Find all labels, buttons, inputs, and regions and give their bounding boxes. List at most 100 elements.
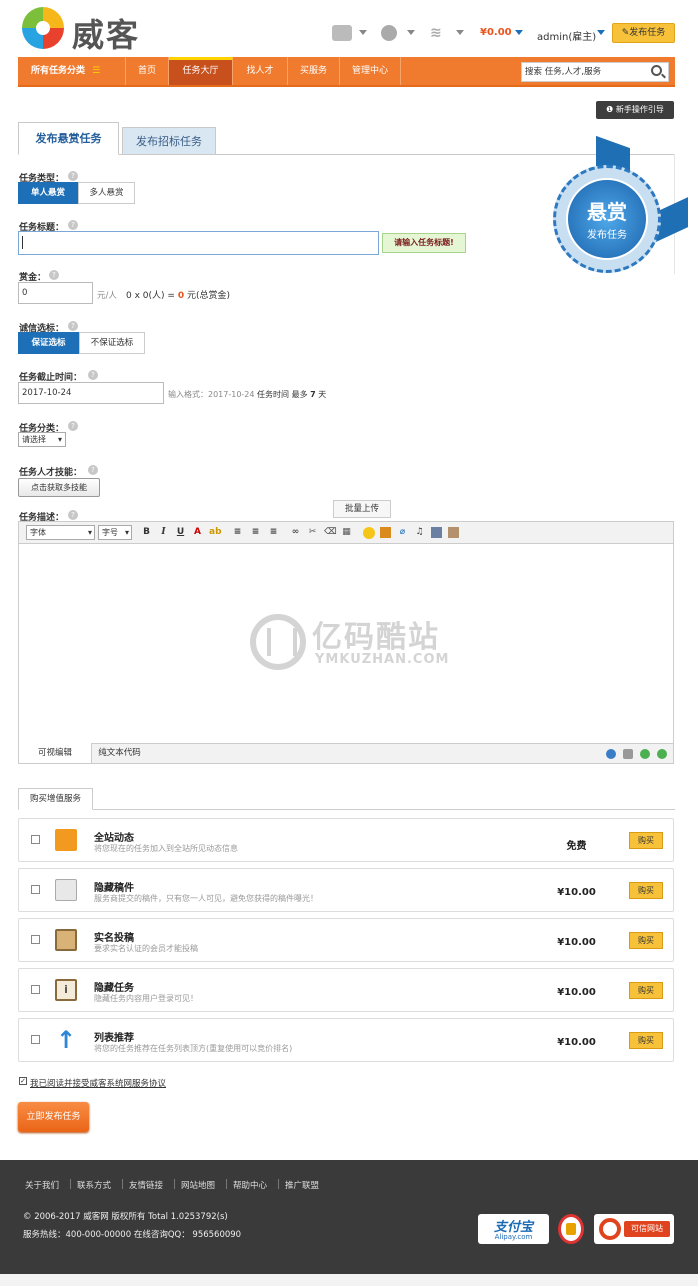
nav-item-buy-service[interactable]: 买服务 — [288, 57, 340, 85]
task-title-input[interactable] — [18, 231, 379, 255]
eraser-icon[interactable]: ⌫ — [324, 527, 337, 538]
footer-link-affiliate[interactable]: 推广联盟 — [285, 1179, 319, 1191]
help-icon[interactable]: ? — [68, 171, 78, 181]
paste-icon[interactable] — [448, 527, 459, 538]
bold-icon[interactable]: B — [141, 527, 152, 538]
footer-link-sitemap[interactable]: 网站地图 — [181, 1179, 215, 1191]
chevron-down-icon[interactable] — [515, 30, 523, 35]
category-select[interactable]: 请选择 ▾ — [18, 432, 66, 447]
attachment-icon[interactable]: ⌀ — [397, 527, 408, 538]
chevron-down-icon[interactable] — [456, 30, 464, 35]
notification-icon[interactable] — [381, 25, 397, 41]
align-center-icon[interactable]: ≡ — [250, 527, 261, 538]
reward-input[interactable]: 0 — [18, 282, 93, 304]
align-left-icon[interactable]: ≡ — [232, 527, 243, 538]
chevron-down-icon[interactable] — [597, 30, 605, 35]
rss-feed-icon[interactable]: ≋ — [430, 25, 446, 41]
footer-link-friends[interactable]: 友情链接 — [129, 1179, 163, 1191]
buy-button[interactable]: 购买 — [629, 882, 663, 899]
single-reward-option[interactable]: 单人悬赏 — [18, 182, 78, 204]
publish-task-button[interactable]: ✎发布任务 — [612, 23, 675, 43]
help-icon[interactable]: ? — [68, 510, 78, 520]
agreement-checkbox[interactable]: ✓ — [19, 1077, 27, 1085]
submit-button[interactable]: 立即发布任务 — [18, 1102, 89, 1132]
nav-item-home[interactable]: 首页 — [126, 57, 169, 85]
expand-icon[interactable] — [657, 749, 667, 759]
service-desc: 要求实名认证的会员才能投稿 — [94, 944, 198, 953]
tab-publish-reward[interactable]: 发布悬赏任务 — [18, 122, 119, 155]
watermark-logo-icon — [250, 614, 306, 670]
footer-link-contact[interactable]: 联系方式 — [77, 1179, 111, 1191]
video-icon[interactable] — [431, 527, 442, 538]
tab-plain-code[interactable]: 纯文本代码 — [92, 743, 147, 763]
link-icon[interactable]: ∞ — [290, 527, 301, 538]
highlight-icon[interactable]: ab — [209, 527, 222, 538]
deadline-input[interactable]: 2017-10-24 — [18, 382, 164, 404]
unlink-icon[interactable]: ✂ — [307, 527, 318, 538]
user-menu[interactable]: admin(雇主) — [537, 28, 596, 43]
deadline-hint-duration: 任务时间 — [257, 390, 290, 399]
nav-item-admin-center[interactable]: 管理中心 — [340, 57, 401, 85]
font-size-select[interactable]: 字号 ▾ — [98, 525, 132, 540]
music-icon[interactable]: ♫ — [414, 527, 425, 538]
reward-formula-suffix: 元(总赏金) — [186, 291, 230, 301]
nav-item-task-hall[interactable]: 任务大厅 — [169, 57, 233, 85]
alipay-logo[interactable]: 支付宝 Alipay.com — [478, 1214, 549, 1244]
task-title-tip: 请输入任务标题! — [382, 233, 466, 253]
tab-publish-bid[interactable]: 发布招标任务 — [122, 127, 216, 155]
trash-icon[interactable] — [623, 749, 633, 759]
guarantee-option[interactable]: 保证选标 — [18, 332, 79, 354]
list-icon: ☰ — [92, 66, 101, 76]
search-icon[interactable] — [651, 65, 662, 76]
buy-button[interactable]: 购买 — [629, 932, 663, 949]
reward-formula-prefix: 0 x 0(人) = — [126, 291, 175, 301]
help-icon[interactable]: ? — [49, 270, 59, 280]
balance[interactable]: ¥0.00 — [480, 27, 512, 38]
multi-reward-option[interactable]: 多人悬赏 — [78, 182, 135, 204]
all-categories-menu[interactable]: 所有任务分类 ☰ — [18, 57, 126, 85]
buy-button[interactable]: 购买 — [629, 832, 663, 849]
chevron-down-icon[interactable] — [359, 30, 367, 35]
underline-icon[interactable]: U — [175, 527, 186, 538]
italic-icon[interactable]: I — [158, 527, 169, 538]
help-icon[interactable]: ? — [68, 321, 78, 331]
emoticon-icon[interactable] — [363, 527, 375, 539]
logo-text[interactable]: 威客 — [72, 10, 140, 56]
help-icon[interactable]: ? — [88, 465, 98, 475]
align-right-icon[interactable]: ≡ — [268, 527, 279, 538]
value-added-services-tab[interactable]: 购买增值服务 — [18, 788, 93, 810]
no-guarantee-option[interactable]: 不保证选标 — [79, 332, 145, 354]
help-icon[interactable]: ? — [68, 421, 78, 431]
footer-link-about[interactable]: 关于我们 — [25, 1179, 59, 1191]
beginner-guide-button[interactable]: ❶ 新手操作引导 — [596, 101, 674, 119]
service-checkbox[interactable] — [31, 835, 40, 844]
service-checkbox[interactable] — [31, 985, 40, 994]
chevron-down-icon[interactable] — [407, 30, 415, 35]
get-skills-button[interactable]: 点击获取多技能 — [18, 478, 100, 497]
service-title: 隐藏稿件 — [94, 883, 134, 894]
font-select[interactable]: 字体 ▾ — [26, 525, 95, 540]
help-icon[interactable]: ? — [88, 370, 98, 380]
search-input[interactable]: 搜索 任务,人才,服务 — [521, 62, 669, 82]
mail-icon[interactable] — [332, 25, 352, 41]
help-icon[interactable]: ? — [68, 220, 78, 230]
service-checkbox[interactable] — [31, 1035, 40, 1044]
nav-item-find-talent[interactable]: 找人才 — [233, 57, 288, 85]
tab-visual-edit[interactable]: 可视编辑 — [19, 743, 92, 763]
police-seal-icon[interactable] — [558, 1214, 584, 1244]
service-checkbox[interactable] — [31, 885, 40, 894]
buy-button[interactable]: 购买 — [629, 1032, 663, 1049]
info-clipboard-icon: i — [55, 979, 77, 1001]
trusted-site-badge[interactable]: 可信网站 — [594, 1214, 674, 1244]
font-color-icon[interactable]: A — [192, 527, 203, 538]
help-icon[interactable] — [606, 749, 616, 759]
shrink-icon[interactable] — [640, 749, 650, 759]
service-checkbox[interactable] — [31, 935, 40, 944]
footer-separator — [122, 1179, 123, 1189]
footer-link-help[interactable]: 帮助中心 — [233, 1179, 267, 1191]
buy-button[interactable]: 购买 — [629, 982, 663, 999]
agreement-link[interactable]: 我已阅读并接受威客系统网服务协议 — [30, 1077, 166, 1089]
logo-icon[interactable] — [22, 7, 64, 49]
image-icon[interactable] — [380, 527, 391, 538]
table-icon[interactable]: ▦ — [341, 527, 352, 538]
